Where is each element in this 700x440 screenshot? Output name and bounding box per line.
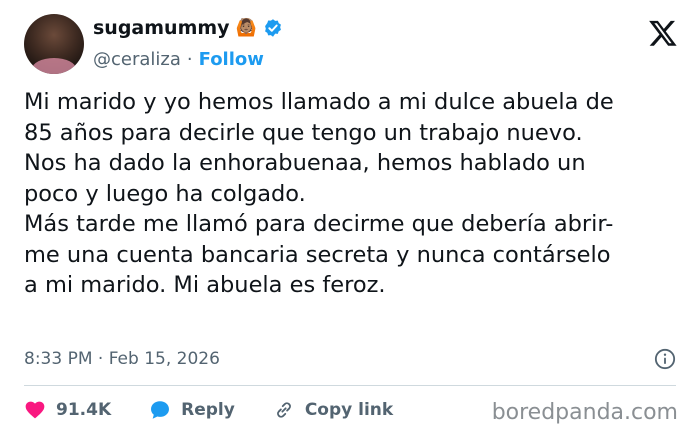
copy-link-label: Copy link: [304, 400, 394, 420]
name-emoji: 🙆🏽: [235, 17, 257, 38]
tweet-line: me una cuenta bancaria secreta y nunca c…: [24, 241, 611, 268]
action-bar: 91.4K Reply Copy link: [24, 399, 431, 421]
handle-row: @ceraliza · Follow: [93, 49, 264, 70]
tweet-line: 85 años para decirle que tengo un trabaj…: [24, 119, 583, 146]
link-icon: [276, 402, 291, 418]
tweet-line: Nos ha dado la enhorabuenaa, hemos habla…: [24, 150, 586, 176]
divider: [24, 385, 676, 386]
reply-label: Reply: [181, 400, 235, 420]
like-count: 91.4K: [56, 400, 112, 420]
tweet-line: poco y luego ha colgado.: [24, 180, 306, 207]
tweet-line: Más tarde me llamó para decirme que debe…: [24, 211, 614, 237]
tweet-line: a mi marido. Mi abuela es feroz.: [24, 272, 386, 298]
reply-bubble-icon: [151, 401, 170, 419]
like-button[interactable]: 91.4K: [24, 399, 111, 421]
reply-button[interactable]: Reply: [149, 399, 235, 421]
verified-badge-icon: [264, 19, 281, 37]
avatar[interactable]: [24, 14, 84, 74]
tweet-timestamp[interactable]: 8:33 PM · Feb 15, 2026: [24, 349, 220, 369]
heart-icon: [25, 401, 45, 419]
x-logo-icon[interactable]: [648, 18, 678, 48]
display-name[interactable]: sugamummy: [93, 17, 230, 39]
handle[interactable]: @ceraliza: [93, 49, 181, 70]
handle-separator: ·: [186, 49, 193, 70]
watermark: boredpanda.com: [491, 400, 678, 425]
tweet-text: Mi marido y yo hemos llamado a mi dulce …: [24, 87, 684, 301]
copy-link-button[interactable]: Copy link: [273, 399, 393, 421]
follow-button[interactable]: Follow: [199, 49, 264, 70]
tweet-line: Mi marido y yo hemos llamado a mi dulce …: [24, 89, 614, 115]
author-name-row: sugamummy 🙆🏽: [93, 17, 283, 39]
info-icon[interactable]: [654, 348, 676, 370]
